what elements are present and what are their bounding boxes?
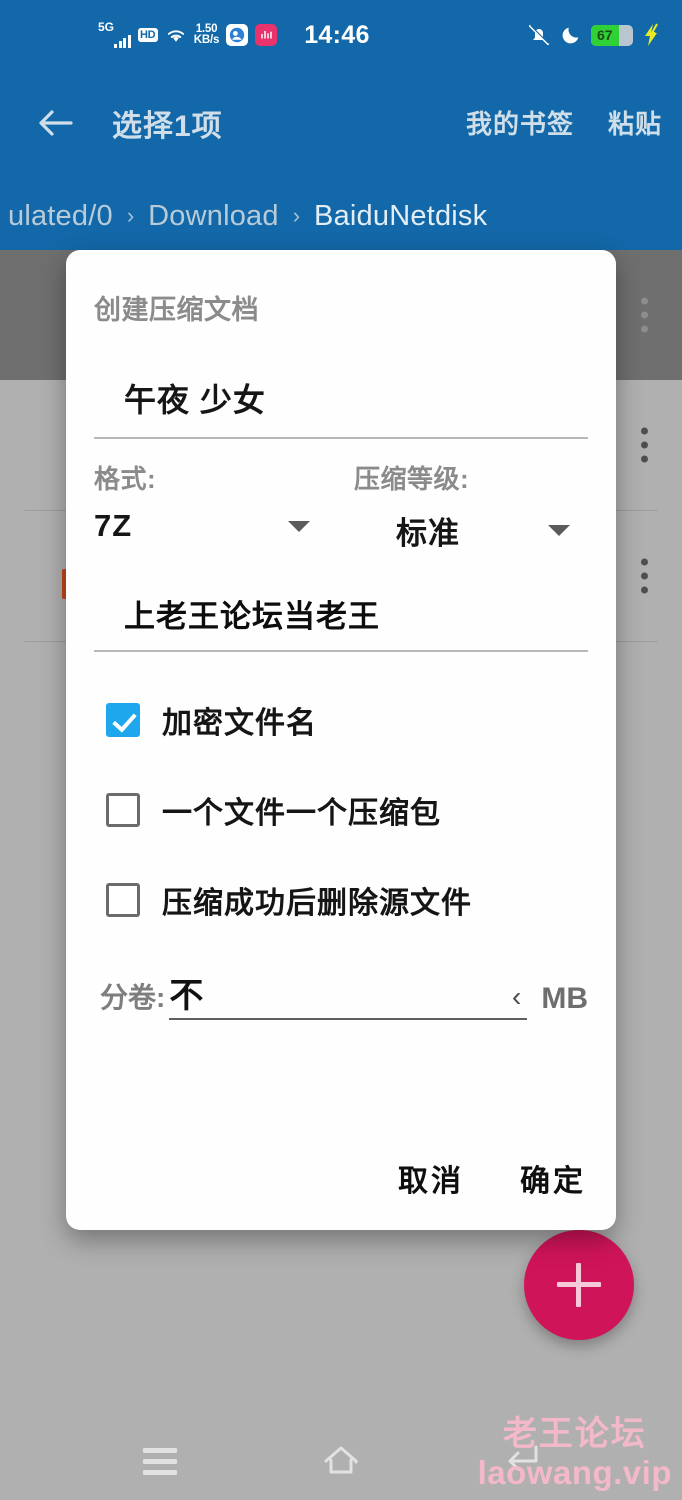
status-bar-clock: 14:46 bbox=[304, 20, 370, 49]
cloud-app-icon bbox=[226, 24, 249, 46]
level-select-group: 压缩等级: 标准 bbox=[328, 459, 588, 553]
signal-5g-icon: 5G bbox=[98, 20, 131, 48]
format-select[interactable]: 7Z bbox=[94, 508, 328, 544]
recents-button[interactable] bbox=[137, 1438, 183, 1484]
checkbox-unchecked-icon[interactable] bbox=[106, 793, 140, 827]
system-navigation-bar bbox=[0, 1422, 682, 1500]
network-type-label: 5G bbox=[98, 20, 115, 34]
phone-screen: 5G HD 1.50 KB/s 14:46 67 选择1项 我的书签 粘贴 ul… bbox=[0, 0, 682, 1500]
status-bar: 5G HD 1.50 KB/s 14:46 67 bbox=[0, 0, 682, 70]
row-overflow-menu-button[interactable] bbox=[641, 427, 648, 463]
page-title: 选择1项 bbox=[112, 109, 223, 143]
network-speed-indicator: 1.50 KB/s bbox=[193, 23, 220, 46]
checkbox-unchecked-icon[interactable] bbox=[106, 883, 140, 917]
dialog-actions: 取消 确定 bbox=[398, 1156, 586, 1200]
bell-muted-icon bbox=[528, 24, 550, 46]
split-volume-unit: MB bbox=[541, 982, 588, 1015]
archive-name-input[interactable]: 午夜 少女 bbox=[94, 327, 588, 433]
arrow-left-icon bbox=[39, 109, 73, 136]
status-bar-left: 5G HD 1.50 KB/s 14:46 bbox=[98, 21, 370, 50]
back-nav-button[interactable] bbox=[499, 1438, 545, 1484]
checkbox-delete-source-after[interactable]: 压缩成功后删除源文件 bbox=[94, 878, 588, 922]
compression-level-label: 压缩等级: bbox=[354, 464, 470, 494]
create-archive-dialog: 创建压缩文档 午夜 少女 格式: 7Z 压缩等级: 标准 上老王论坛当老王 加密… bbox=[66, 250, 616, 1230]
checkbox-one-archive-per-file[interactable]: 一个文件一个压缩包 bbox=[94, 788, 588, 832]
paste-button[interactable]: 粘贴 bbox=[608, 104, 662, 141]
hamburger-menu-icon bbox=[143, 1447, 178, 1475]
battery-indicator: 67 bbox=[591, 24, 633, 46]
compression-level-value: 标准 bbox=[396, 516, 460, 551]
format-value: 7Z bbox=[94, 508, 133, 543]
format-options-row: 格式: 7Z 压缩等级: 标准 bbox=[94, 439, 588, 553]
breadcrumb-separator: › bbox=[292, 203, 301, 228]
plus-icon bbox=[557, 1263, 601, 1307]
checkbox-checked-icon[interactable] bbox=[106, 703, 140, 737]
password-input[interactable]: 上老王论坛当老王 bbox=[94, 553, 588, 646]
compression-level-select[interactable]: 标准 bbox=[354, 508, 588, 553]
breadcrumb-separator: › bbox=[126, 203, 135, 228]
row-overflow-menu-button[interactable] bbox=[641, 558, 648, 594]
checkbox-encrypt-filenames[interactable]: 加密文件名 bbox=[94, 698, 588, 742]
checkbox-label: 加密文件名 bbox=[162, 707, 317, 740]
wifi-icon bbox=[167, 30, 184, 42]
my-bookmarks-button[interactable]: 我的书签 bbox=[466, 104, 574, 141]
checkbox-label: 压缩成功后删除源文件 bbox=[162, 887, 472, 920]
back-arrow-icon bbox=[508, 1445, 538, 1471]
chevron-down-icon bbox=[288, 520, 310, 532]
row-overflow-menu-button[interactable] bbox=[641, 297, 648, 333]
split-volume-input[interactable]: 不 ‹ bbox=[169, 977, 528, 1020]
home-icon bbox=[324, 1446, 358, 1474]
breadcrumb: ulated/0 › Download › BaiduNetdisk bbox=[0, 185, 682, 247]
split-volume-label: 分卷: bbox=[100, 982, 166, 1013]
chevron-down-icon bbox=[548, 525, 570, 536]
dialog-title: 创建压缩文档 bbox=[94, 295, 259, 325]
breadcrumb-item-0[interactable]: ulated/0 bbox=[8, 200, 113, 233]
add-fab-button[interactable] bbox=[524, 1230, 634, 1340]
confirm-button[interactable]: 确定 bbox=[520, 1156, 586, 1200]
home-button[interactable] bbox=[318, 1438, 364, 1484]
top-bar: 5G HD 1.50 KB/s 14:46 67 选择1项 我的书签 粘贴 ul… bbox=[0, 0, 682, 250]
lightning-bolt-icon bbox=[645, 23, 658, 46]
split-volume-row: 分卷: 不 ‹ MB bbox=[94, 976, 588, 1020]
format-label: 格式: bbox=[94, 464, 157, 494]
breadcrumb-item-2[interactable]: BaiduNetdisk bbox=[314, 200, 487, 233]
checkbox-label: 一个文件一个压缩包 bbox=[162, 797, 441, 830]
password-underline bbox=[94, 650, 588, 652]
hd-badge-icon: HD bbox=[137, 28, 158, 42]
format-select-group: 格式: 7Z bbox=[94, 459, 328, 553]
action-bar-actions: 我的书签 粘贴 bbox=[466, 104, 662, 141]
network-speed-unit: KB/s bbox=[193, 34, 220, 46]
music-app-icon bbox=[255, 24, 278, 46]
signal-bars-icon bbox=[114, 35, 131, 48]
moon-icon bbox=[562, 27, 579, 44]
chevron-left-icon[interactable]: ‹ bbox=[512, 980, 527, 1014]
battery-percent-label: 67 bbox=[597, 27, 613, 43]
back-button[interactable] bbox=[30, 97, 82, 149]
action-bar: 选择1项 我的书签 粘贴 bbox=[0, 70, 682, 175]
cancel-button[interactable]: 取消 bbox=[398, 1156, 464, 1200]
breadcrumb-item-1[interactable]: Download bbox=[148, 200, 279, 233]
status-bar-right: 67 bbox=[527, 0, 662, 70]
split-volume-value: 不 bbox=[169, 977, 204, 1015]
